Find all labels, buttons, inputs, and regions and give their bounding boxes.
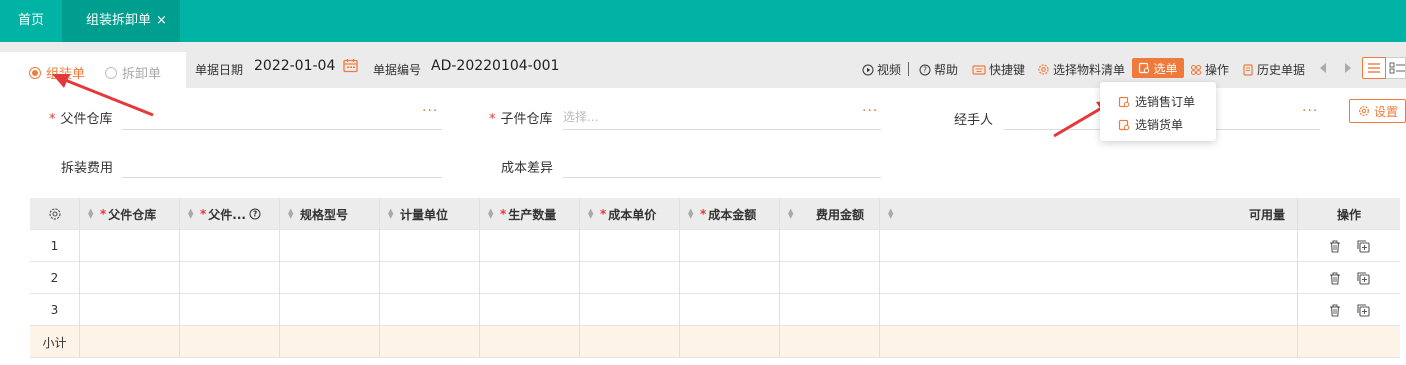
dropdown-item-label: 选销售订单 xyxy=(1135,95,1196,109)
dropdown-item-label: 选销货单 xyxy=(1135,118,1184,132)
dropdown-item-sales-delivery[interactable]: 选销货单 xyxy=(1118,116,1183,133)
document-select-icon xyxy=(1118,119,1130,130)
annotation-arrows xyxy=(52,74,1114,138)
dropdown-item-sales-order[interactable]: 选销售订单 xyxy=(1118,93,1195,110)
document-select-icon xyxy=(1118,96,1130,107)
select-doc-dropdown: 选销售订单 选销货单 xyxy=(1100,82,1216,141)
red-arrow-icon xyxy=(52,74,154,117)
